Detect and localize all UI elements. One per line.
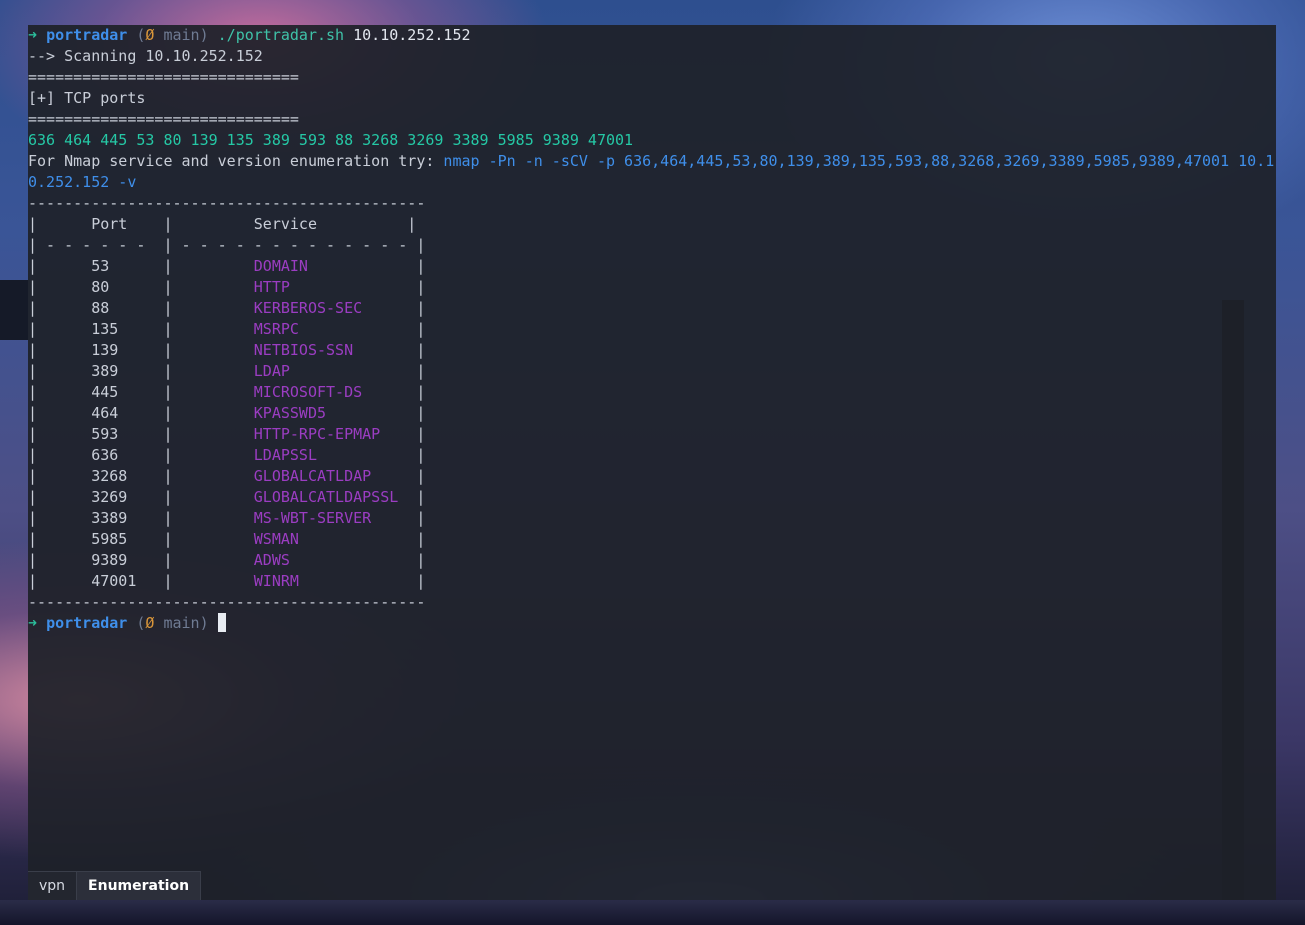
command-line: ➜ portradar (Ø main) ./portradar.sh 10.1… xyxy=(28,25,1276,46)
port-cell: 9389 xyxy=(91,551,164,569)
service-cell: ADWS xyxy=(253,551,417,569)
active-prompt-line: ➜ portradar (Ø main) xyxy=(28,613,1276,634)
git-branch-icon: Ø xyxy=(145,614,155,632)
tab-bar: vpn Enumeration xyxy=(28,871,202,900)
prompt-arrow-icon: ➜ xyxy=(28,26,38,44)
service-cell: WINRM xyxy=(253,572,417,590)
service-cell: HTTP xyxy=(253,278,417,296)
port-cell: 139 xyxy=(91,341,164,359)
service-cell: LDAP xyxy=(253,362,417,380)
table-border: ----------------------------------------… xyxy=(28,593,426,611)
service-cell: MICROSOFT-DS xyxy=(253,383,417,401)
table-row: | 389 | LDAP | xyxy=(28,362,426,380)
port-cell: 80 xyxy=(91,278,164,296)
table-row: | 636 | LDAPSSL | xyxy=(28,446,426,464)
tab-vpn[interactable]: vpn xyxy=(28,871,78,900)
table-row: | 464 | KPASSWD5 | xyxy=(28,404,426,422)
service-cell: DOMAIN xyxy=(253,257,417,275)
port-cell: 389 xyxy=(91,362,164,380)
terminal-output: ➜ portradar (Ø main) ./portradar.sh 10.1… xyxy=(28,25,1276,634)
separator-line: ============================== xyxy=(28,67,1276,88)
separator-text: ============================== xyxy=(28,68,299,86)
separator-line: ============================== xyxy=(28,109,1276,130)
port-cell: 636 xyxy=(91,446,164,464)
prompt-arrow-icon: ➜ xyxy=(28,614,38,632)
service-cell: WSMAN xyxy=(253,530,417,548)
prompt-git-branch: main xyxy=(163,614,200,632)
prompt-directory: portradar xyxy=(46,614,128,632)
ports-list-text: 636 464 445 53 80 139 135 389 593 88 326… xyxy=(28,131,634,149)
nmap-hint-line-wrap: 0.252.152 -v xyxy=(28,172,1276,193)
table-border-top: ----------------------------------------… xyxy=(28,193,1276,214)
table-row: | 139 | NETBIOS-SSN | xyxy=(28,341,426,359)
port-cell: 445 xyxy=(91,383,164,401)
command-argument: 10.10.252.152 xyxy=(353,26,471,44)
prompt-directory: portradar xyxy=(46,26,128,44)
service-cell: LDAPSSL xyxy=(253,446,417,464)
tab-enumeration[interactable]: Enumeration xyxy=(77,871,202,900)
service-cell: MS-WBT-SERVER xyxy=(253,509,417,527)
table-row: | 3389 | MS-WBT-SERVER | xyxy=(28,509,426,527)
table-row: | 88 | KERBEROS-SEC | xyxy=(28,299,426,317)
table-row: | 445 | MICROSOFT-DS | xyxy=(28,383,426,401)
service-cell: GLOBALCATLDAP xyxy=(253,467,417,485)
terminal-window[interactable]: ➜ portradar (Ø main) ./portradar.sh 10.1… xyxy=(28,25,1276,900)
terminal-cursor[interactable] xyxy=(217,613,226,632)
wallpaper-pole-left xyxy=(0,280,28,340)
nmap-command-text-wrap: 0.252.152 -v xyxy=(28,173,137,191)
prompt-git-close: ) xyxy=(199,26,209,44)
wallpaper-ground xyxy=(0,900,1305,925)
service-cell: HTTP-RPC-EPMAP xyxy=(253,425,417,443)
port-cell: 3269 xyxy=(91,488,164,506)
table-divider-row: | - - - - - - | - - - - - - - - - - - - … xyxy=(28,235,1276,256)
service-cell: KPASSWD5 xyxy=(253,404,417,422)
port-cell: 5985 xyxy=(91,530,164,548)
table-header-port: Port xyxy=(91,215,128,233)
command-text: ./portradar.sh xyxy=(217,26,345,44)
port-cell: 3268 xyxy=(91,467,164,485)
table-header-row: | Port | Service | xyxy=(28,215,417,233)
nmap-hint-prefix: For Nmap service and version enumeration… xyxy=(28,152,444,170)
service-cell: GLOBALCATLDAPSSL xyxy=(253,488,417,506)
tcp-header-text: [+] TCP ports xyxy=(28,89,146,107)
table-divider: | - - - - - - | - - - - - - - - - - - - … xyxy=(28,236,426,254)
table-row: | 80 | HTTP | xyxy=(28,278,426,296)
service-cell: KERBEROS-SEC xyxy=(253,299,417,317)
ports-line: 636 464 445 53 80 139 135 389 593 88 326… xyxy=(28,130,1276,151)
table-row: | 3268 | GLOBALCATLDAP | xyxy=(28,467,426,485)
port-cell: 47001 xyxy=(91,572,164,590)
port-cell: 88 xyxy=(91,299,164,317)
nmap-command-text: nmap -Pn -n -sCV -p 636,464,445,53,80,13… xyxy=(443,152,1275,170)
separator-text: ============================== xyxy=(28,110,299,128)
port-cell: 593 xyxy=(91,425,164,443)
port-cell: 3389 xyxy=(91,509,164,527)
nmap-hint-line: For Nmap service and version enumeration… xyxy=(28,151,1276,172)
prompt-git-branch: main xyxy=(163,26,200,44)
prompt-git-close: ) xyxy=(199,614,209,632)
table-row: | 5985 | WSMAN | xyxy=(28,530,426,548)
table-row: | 9389 | ADWS | xyxy=(28,551,426,569)
table-row: | 53 | DOMAIN | xyxy=(28,257,426,275)
service-cell: MSRPC xyxy=(253,320,417,338)
scanning-text: --> Scanning 10.10.252.152 xyxy=(28,47,263,65)
table-row: | 3269 | GLOBALCATLDAPSSL | xyxy=(28,488,426,506)
port-cell: 135 xyxy=(91,320,164,338)
service-cell: NETBIOS-SSN xyxy=(253,341,417,359)
git-branch-icon: Ø xyxy=(145,26,155,44)
table-row: | 135 | MSRPC | xyxy=(28,320,426,338)
table-header-service: Service xyxy=(253,215,317,233)
table-row: | 593 | HTTP-RPC-EPMAP | xyxy=(28,425,426,443)
tcp-header-line: [+] TCP ports xyxy=(28,88,1276,109)
table-border: ----------------------------------------… xyxy=(28,194,426,212)
port-cell: 53 xyxy=(91,257,164,275)
table-border-bottom: ----------------------------------------… xyxy=(28,592,1276,613)
table-row: | 47001 | WINRM | xyxy=(28,572,426,590)
scanning-line: --> Scanning 10.10.252.152 xyxy=(28,46,1276,67)
port-cell: 464 xyxy=(91,404,164,422)
